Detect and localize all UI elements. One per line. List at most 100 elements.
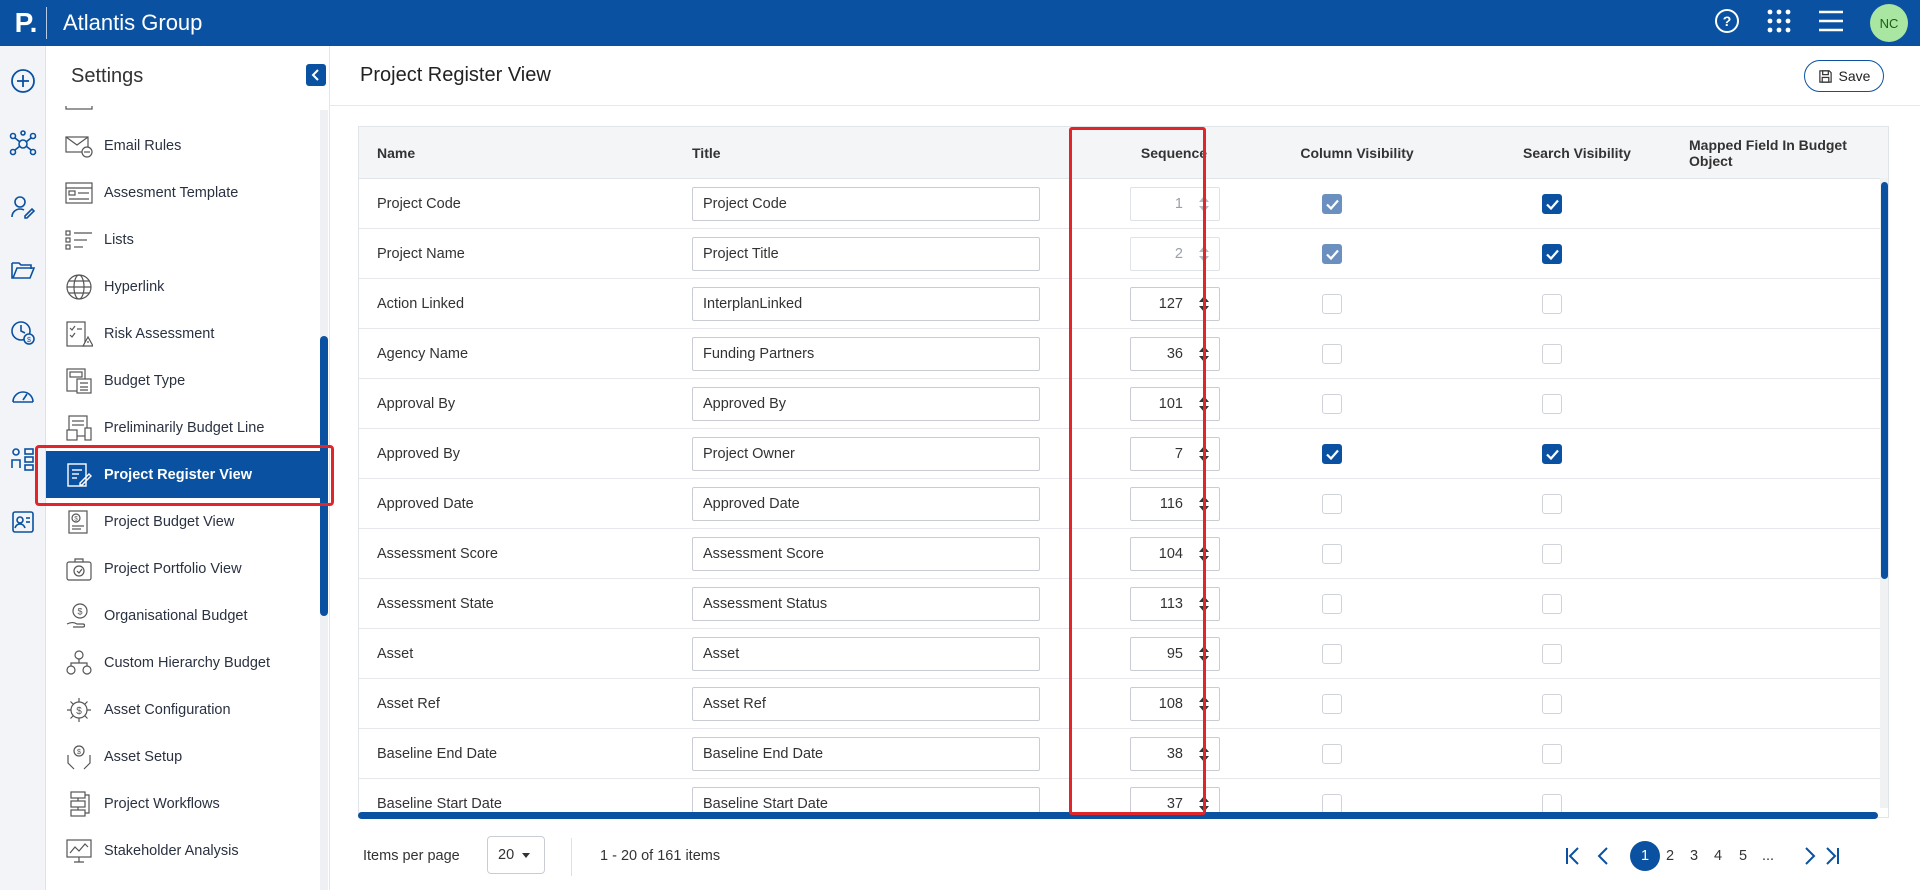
save-button[interactable]: Save — [1804, 60, 1884, 92]
logo-divider — [46, 7, 47, 39]
page-button-3[interactable]: 3 — [1687, 840, 1701, 872]
title-input[interactable]: Asset — [692, 637, 1040, 671]
sidebar-item-project-portfolio-view[interactable]: Project Portfolio View — [46, 545, 320, 592]
column-visibility-checkbox[interactable] — [1322, 294, 1342, 314]
network-icon[interactable] — [8, 129, 38, 159]
sidebar-item-custom-hierarchy-budget[interactable]: Custom Hierarchy Budget — [46, 639, 320, 686]
row-name: Baseline End Date — [377, 746, 498, 762]
search-visibility-checkbox[interactable] — [1542, 644, 1562, 664]
row-name: Action Linked — [377, 296, 465, 312]
title-input[interactable]: Project Title — [692, 237, 1040, 271]
search-visibility-checkbox[interactable] — [1542, 494, 1562, 514]
search-visibility-checkbox[interactable] — [1542, 294, 1562, 314]
search-visibility-checkbox[interactable] — [1542, 694, 1562, 714]
last-page-icon[interactable] — [1822, 840, 1842, 872]
collapse-sidebar-button[interactable] — [306, 64, 326, 86]
column-visibility-checkbox[interactable] — [1322, 544, 1342, 564]
first-page-icon[interactable] — [1562, 840, 1584, 872]
sidebar-item-assesment-template[interactable]: Assesment Template — [46, 169, 320, 216]
app-logo[interactable]: P. — [8, 0, 44, 46]
envelope-rules-icon — [64, 131, 94, 161]
sidebar-item-organisational-budget[interactable]: $ Organisational Budget — [46, 592, 320, 639]
svg-text:?: ? — [1723, 13, 1732, 29]
column-visibility-checkbox[interactable] — [1322, 244, 1342, 264]
sidebar-item-risk-assessment[interactable]: Risk Assessment — [46, 310, 320, 357]
top-bar-actions: ? NC — [1714, 0, 1908, 46]
page-ellipsis[interactable]: ... — [1759, 840, 1777, 872]
search-visibility-checkbox[interactable] — [1542, 194, 1562, 214]
search-visibility-checkbox[interactable] — [1542, 444, 1562, 464]
dashboard-gauge-icon[interactable] — [8, 381, 38, 411]
page-button-5[interactable]: 5 — [1736, 840, 1750, 872]
header-search-visibility[interactable]: Search Visibility — [1477, 127, 1677, 179]
title-input[interactable]: Approved Date — [692, 487, 1040, 521]
header-name[interactable]: Name — [377, 127, 415, 179]
search-visibility-checkbox[interactable] — [1542, 594, 1562, 614]
title-input[interactable]: Asset Ref — [692, 687, 1040, 721]
column-visibility-checkbox[interactable] — [1322, 194, 1342, 214]
column-visibility-checkbox[interactable] — [1322, 644, 1342, 664]
sidebar-item-label: Hyperlink — [104, 278, 165, 295]
search-visibility-checkbox[interactable] — [1542, 794, 1562, 814]
title-input[interactable]: InterplanLinked — [692, 287, 1040, 321]
sidebar-item-stakeholder-analysis[interactable]: Stakeholder Analysis — [46, 827, 320, 874]
title-input[interactable]: Baseline End Date — [692, 737, 1040, 771]
column-visibility-checkbox[interactable] — [1322, 494, 1342, 514]
sidebar-item-hyperlink[interactable]: Hyperlink — [46, 263, 320, 310]
next-page-icon[interactable] — [1800, 840, 1820, 872]
page-button-2[interactable]: 2 — [1663, 840, 1677, 872]
column-visibility-checkbox[interactable] — [1322, 444, 1342, 464]
header-mapped-field[interactable]: Mapped Field In Budget Object — [1689, 127, 1888, 179]
menu-icon[interactable] — [1818, 9, 1844, 38]
column-visibility-checkbox[interactable] — [1322, 694, 1342, 714]
add-circle-icon[interactable] — [8, 66, 38, 96]
search-visibility-checkbox[interactable] — [1542, 544, 1562, 564]
envelope-icon — [64, 106, 94, 115]
clock-dollar-icon[interactable]: $ — [8, 318, 38, 348]
title-input[interactable]: Assessment Score — [692, 537, 1040, 571]
search-visibility-checkbox[interactable] — [1542, 744, 1562, 764]
people-hierarchy-icon[interactable] — [8, 444, 38, 474]
grid-scrollbar-thumb[interactable] — [1881, 182, 1888, 579]
search-visibility-checkbox[interactable] — [1542, 244, 1562, 264]
title-input[interactable]: Project Code — [692, 187, 1040, 221]
sidebar-item-email-rules[interactable]: Email Rules — [46, 122, 320, 169]
search-visibility-checkbox[interactable] — [1542, 344, 1562, 364]
page-button-1[interactable]: 1 — [1630, 841, 1660, 871]
apps-grid-icon[interactable] — [1766, 8, 1792, 39]
title-input[interactable]: Assessment Status — [692, 587, 1040, 621]
column-visibility-checkbox[interactable] — [1322, 744, 1342, 764]
page-button-4[interactable]: 4 — [1711, 840, 1725, 872]
sidebar-item-label: Asset Setup — [104, 748, 183, 765]
column-visibility-checkbox[interactable] — [1322, 594, 1342, 614]
sidebar-item-preliminarily-budget-line[interactable]: Preliminarily Budget Line — [46, 404, 320, 451]
search-visibility-checkbox[interactable] — [1542, 394, 1562, 414]
sidebar-item-budget-type[interactable]: Budget Type — [46, 357, 320, 404]
sidebar-item-asset-configuration[interactable]: $ Asset Configuration — [46, 686, 320, 733]
column-visibility-checkbox[interactable] — [1322, 794, 1342, 814]
help-icon[interactable]: ? — [1714, 8, 1740, 39]
user-avatar[interactable]: NC — [1870, 4, 1908, 42]
column-visibility-checkbox[interactable] — [1322, 394, 1342, 414]
title-input[interactable]: Project Owner — [692, 437, 1040, 471]
sidebar-item-partial[interactable] — [46, 106, 320, 123]
sidebar-item-label: Email Rules — [104, 137, 182, 154]
sidebar-item-asset-setup[interactable]: $ Asset Setup — [46, 733, 320, 780]
previous-page-icon[interactable] — [1592, 840, 1614, 872]
title-input[interactable]: Funding Partners — [692, 337, 1040, 371]
sidebar-item-project-workflows[interactable]: Project Workflows — [46, 780, 320, 827]
header-title[interactable]: Title — [692, 127, 721, 179]
column-visibility-checkbox[interactable] — [1322, 344, 1342, 364]
folder-open-icon[interactable] — [8, 255, 38, 285]
sidebar-item-label: Budget Type — [104, 372, 186, 389]
title-input[interactable]: Approved By — [692, 387, 1040, 421]
header-column-visibility[interactable]: Column Visibility — [1257, 127, 1457, 179]
calculator-icon — [64, 366, 94, 396]
id-card-icon[interactable] — [8, 507, 38, 537]
row-name: Agency Name — [377, 346, 469, 362]
row-name: Assessment State — [377, 596, 494, 612]
pagination-footer: Items per page 20 1 - 20 of 161 items 1 … — [330, 826, 1920, 890]
user-edit-icon[interactable] — [8, 192, 38, 222]
row-name: Asset Ref — [377, 696, 440, 712]
sidebar-item-lists[interactable]: Lists — [46, 216, 320, 263]
